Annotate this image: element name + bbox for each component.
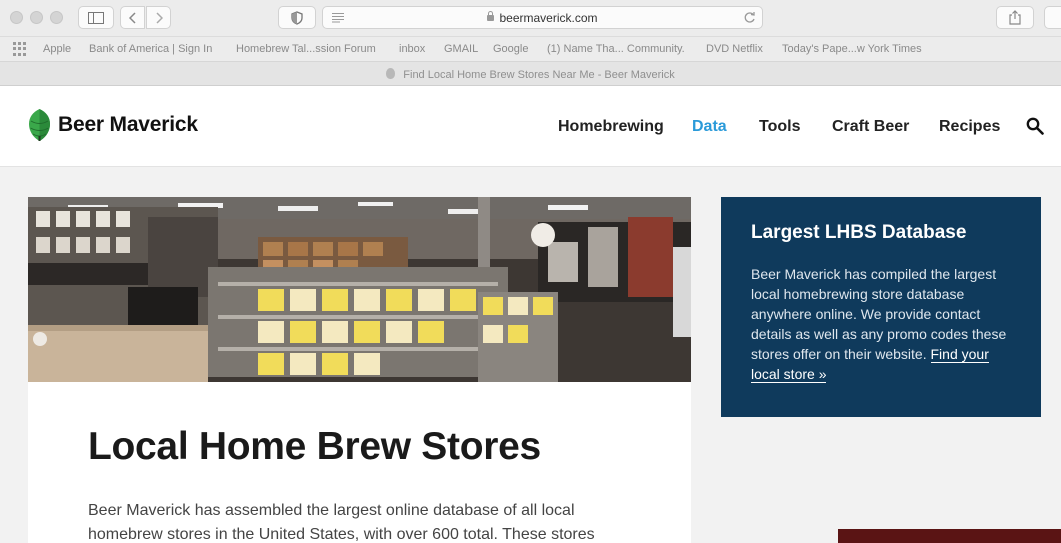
share-button[interactable] [996,6,1034,29]
site-header: Beer Maverick Homebrewing Data Tools Cra… [0,86,1061,167]
favorite-google[interactable]: Google [493,43,528,55]
sidebar-toggle-icon [88,11,104,24]
favorite-gmail[interactable]: GMAIL [444,43,478,55]
nav-data[interactable]: Data [692,118,727,136]
site-logo[interactable]: Beer Maverick [27,108,198,142]
nav-recipes[interactable]: Recipes [939,118,1000,136]
logo-text: Beer Maverick [58,113,198,136]
tab-favicon-icon [386,68,396,79]
grid-icon[interactable] [13,42,27,56]
lock-icon [487,11,495,21]
active-tab[interactable]: Find Local Home Brew Stores Near Me - Be… [0,68,1061,81]
sidebar-heading: Largest LHBS Database [751,222,967,243]
url-display: beermaverick.com [323,11,762,25]
favorite-todays-paper[interactable]: Today's Pape...w York Times [782,43,922,55]
search-icon[interactable] [1026,117,1044,135]
favorite-name-that-community[interactable]: (1) Name Tha... Community. [547,43,685,55]
sidebar-body: Beer Maverick has compiled the largest l… [751,264,1011,384]
nav-craft-beer[interactable]: Craft Beer [832,118,909,136]
privacy-report-button[interactable] [278,6,316,29]
address-bar[interactable]: beermaverick.com [322,6,763,29]
minimize-window-button[interactable] [30,11,43,24]
tab-overview-button[interactable] [1044,6,1061,29]
share-icon [1009,10,1021,25]
favorite-apple[interactable]: Apple [43,43,71,55]
shield-icon [291,10,303,25]
back-button[interactable] [120,6,145,29]
favorites-bar: Apple Bank of America | Sign In Homebrew… [0,36,1061,61]
nav-tools[interactable]: Tools [759,118,800,136]
reload-icon[interactable] [743,11,756,24]
zoom-window-button[interactable] [50,11,63,24]
favorite-dvd-netflix[interactable]: DVD Netflix [706,43,763,55]
favorite-inbox[interactable]: inbox [399,43,425,55]
url-text: beermaverick.com [499,11,598,25]
browser-toolbar: beermaverick.com [0,0,1061,36]
advertisement-banner[interactable] [838,529,1061,543]
intro-paragraph: Beer Maverick has assembled the largest … [88,502,595,543]
favorite-bank-of-america[interactable]: Bank of America | Sign In [89,43,212,55]
sidebar-toggle-button[interactable] [78,6,114,29]
hop-logo-icon [29,109,50,141]
nav-homebrewing[interactable]: Homebrewing [558,118,664,136]
forward-icon [155,11,163,24]
close-window-button[interactable] [10,11,23,24]
lhbs-database-box: Largest LHBS Database Beer Maverick has … [721,197,1041,417]
back-icon [128,11,136,24]
page-title: Local Home Brew Stores [88,425,541,468]
store-interior-image [28,197,691,382]
tab-bar: Find Local Home Brew Stores Near Me - Be… [0,61,1061,86]
tab-title-text: Find Local Home Brew Stores Near Me - Be… [403,69,675,81]
favorite-homebrew-talk[interactable]: Homebrew Tal...ssion Forum [236,43,376,55]
forward-button[interactable] [146,6,171,29]
